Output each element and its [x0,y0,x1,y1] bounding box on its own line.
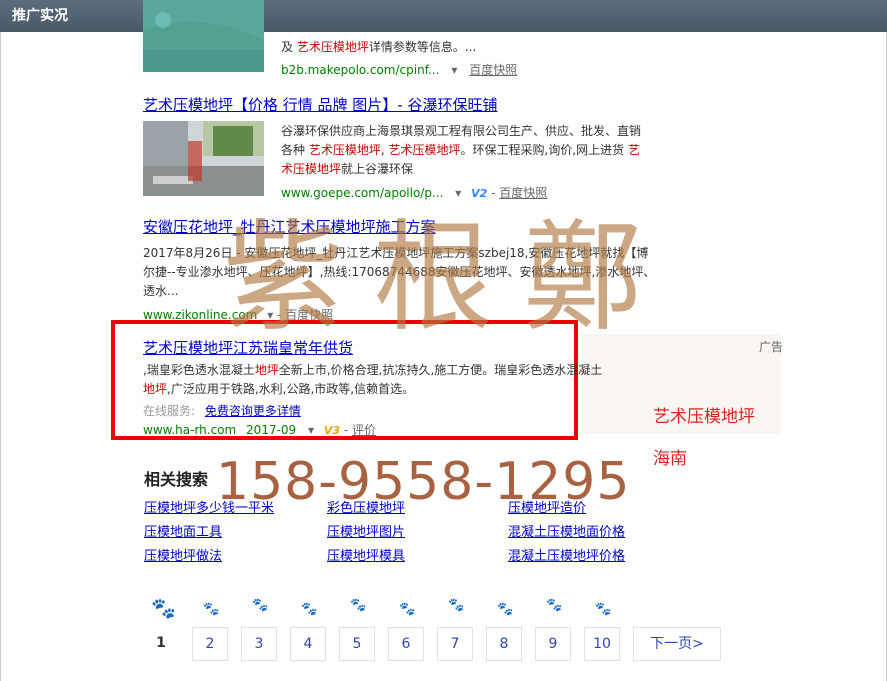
result3-snippet: 2017年8月26日 - 安徽压花地坪_牡丹江艺术压模地坪施工方案szbej18… [143,244,703,301]
result3-line2: 尔捷--专业渗水地坪、压花地坪】,热线:17068744688安徽压花地坪、安徽… [143,265,656,279]
ad-service-line: 在线服务: 免费咨询更多详情 [143,402,301,419]
chevron-down-icon[interactable]: ▾ [455,186,461,200]
related-link[interactable]: 混凝土压模地面价格 [508,521,625,540]
result3-title[interactable]: 安徽压花地坪_牡丹江艺术压模地坪施工方案 [143,216,436,237]
related-search-title: 相关搜索 [144,470,209,489]
result1-snippet-prefix: 及 [281,40,297,54]
result3-line1: 2017年8月26日 - 安徽压花地坪_牡丹江艺术压模地坪施工方案szbej18… [143,246,649,260]
result3-line3: 透水... [143,284,179,298]
page-link[interactable]: 6 [388,627,424,661]
result1-url-line: b2b.makepolo.com/cpinf... ▾ 百度快照 [281,61,517,78]
red-label-2: 海南 [653,449,687,469]
ad-service-link[interactable]: 免费咨询更多详情 [205,404,301,418]
page-link[interactable]: 10 [584,627,620,661]
page-link[interactable]: 4 [290,627,326,661]
result2-line1: 谷瀑环保供应商上海景琪景观工程有限公司生产、供应、批发、直销 [281,124,642,138]
ad-date: 2017-09 [246,423,297,437]
ad-review-link[interactable]: 评价 [352,423,376,437]
paw-icon: 🐾 [595,602,612,617]
result1-url[interactable]: b2b.makepolo.com/cpinf... [281,63,440,77]
page-link[interactable]: 2 [192,627,228,661]
result2-line2: 各种 艺术压模地坪, 艺术压模地坪。环保工程采购,询价,网上进货 艺 [281,143,640,157]
next-page-button[interactable]: 下一页> [633,627,721,661]
chevron-down-icon[interactable]: ▾ [308,423,314,437]
page-link[interactable]: 5 [339,627,375,661]
related-link[interactable]: 压模地坪模具 [327,545,405,564]
window-title: 推广实况 [0,0,887,32]
page-link[interactable]: 7 [437,627,473,661]
v2-verified-icon[interactable]: V2 [471,187,487,200]
result2-snippet: 谷瀑环保供应商上海景琪景观工程有限公司生产、供应、批发、直销 各种 艺术压模地坪… [281,122,681,179]
page-link[interactable]: 8 [486,627,522,661]
paw-icon: 🐾 [399,602,416,617]
result2-url-line: www.goepe.com/apollo/p... ▾ V2 - 百度快照 [281,186,548,200]
ad-url-line: www.ha-rh.com 2017-09 ▾ V3 - 评价 [143,423,377,437]
related-link[interactable]: 彩色压模地坪 [327,497,405,516]
search-results-page: 及 艺术压模地坪详情参数等信息。... b2b.makepolo.com/cpi… [0,0,887,681]
ad-url[interactable]: www.ha-rh.com [143,423,236,437]
paw-icon: 🐾 [203,602,220,617]
ad-service-label: 在线服务: [143,404,196,418]
result2-image [143,121,264,196]
paw-icon: 🐾 [448,598,465,613]
result1-snippet: 及 艺术压模地坪详情参数等信息。... [281,38,681,57]
result2-line3: 术压模地坪就上谷瀑环保 [281,162,414,176]
result2-thumbnail[interactable] [143,121,264,196]
result1-image [143,0,264,72]
paw-icon: 🐾 [301,602,318,617]
baidu-paw-icon: 🐾 [151,596,176,620]
related-link[interactable]: 压模地面工具 [144,521,222,540]
result1-keyword: 艺术压模地坪 [296,40,369,54]
result2-cache-link[interactable]: 百度快照 [499,186,547,200]
page-current: 1 [156,635,166,651]
ad-label: 广告 [759,340,784,354]
related-link[interactable]: 压模地坪多少钱一平米 [144,497,274,516]
result2-url[interactable]: www.goepe.com/apollo/p... [281,186,443,200]
page-link[interactable]: 3 [241,627,277,661]
result2-title[interactable]: 艺术压模地坪【价格 行情 品牌 图片】- 谷瀑环保旺铺 [143,94,498,115]
v3-verified-icon[interactable]: V3 [324,424,340,437]
related-link[interactable]: 压模地坪做法 [144,545,222,564]
related-link[interactable]: 压模地坪造价 [508,497,586,516]
page-link[interactable]: 9 [535,627,571,661]
paw-icon: 🐾 [497,602,514,617]
paw-icon: 🐾 [350,598,367,613]
related-link[interactable]: 混凝土压模地坪价格 [508,545,625,564]
related-link[interactable]: 压模地坪图片 [327,521,405,540]
result1-thumbnail[interactable] [143,0,264,72]
result1-snippet-tail: 详情参数等信息。... [368,40,477,54]
result1-cache-link[interactable]: 百度快照 [469,63,517,77]
chevron-down-icon[interactable]: ▾ [451,63,457,77]
ad-snippet: ,瑞皇彩色透水混凝土地坪全新上市,价格合理,抗冻持久,施工方便。瑞皇彩色透水混凝… [143,363,603,396]
paw-icon: 🐾 [252,598,269,613]
paw-icon: 🐾 [546,598,563,613]
ad-title[interactable]: 艺术压模地坪江苏瑞皇常年供货 [143,337,353,358]
